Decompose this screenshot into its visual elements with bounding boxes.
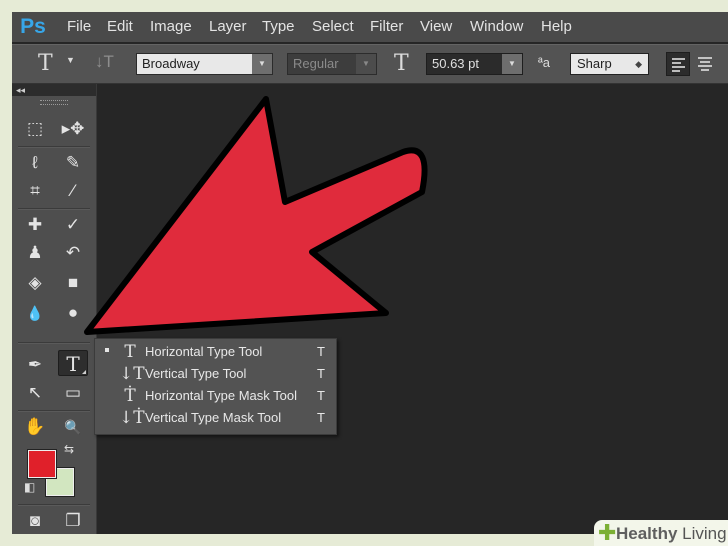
- red-arrow-annotation: [84, 96, 428, 335]
- watermark-text: Healthy Living: [616, 524, 727, 543]
- plus-logo-icon: ✚: [598, 520, 617, 545]
- healthy-living-watermark: ✚ Healthy Living: [594, 520, 728, 546]
- photoshop-window: Ps File Edit Image Layer Type Select Fil…: [12, 12, 728, 534]
